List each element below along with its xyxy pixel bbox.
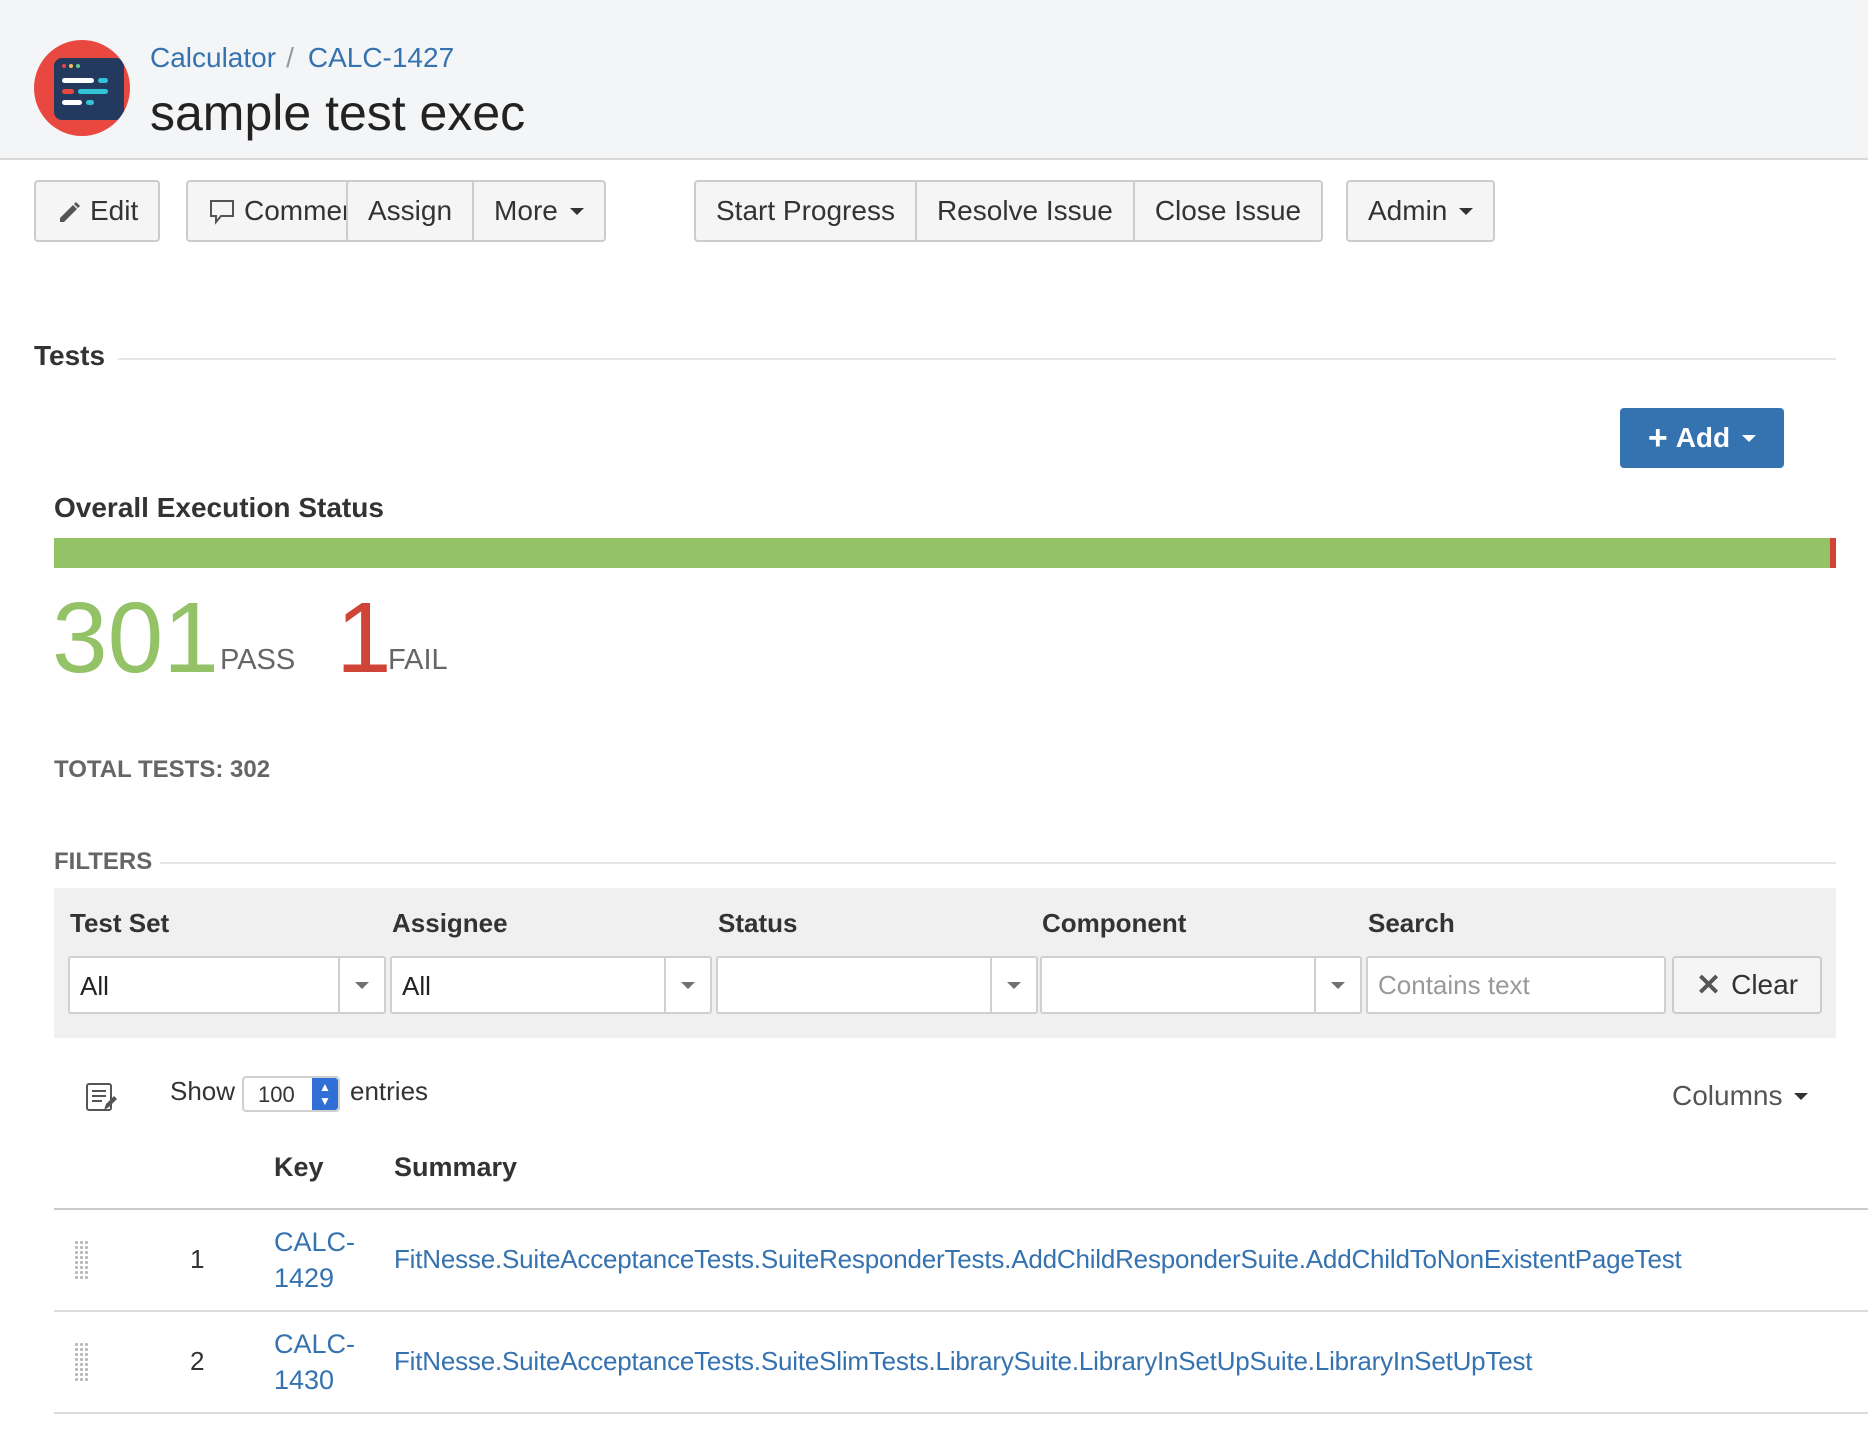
test-key-link[interactable]: CALC-1430 <box>274 1326 374 1398</box>
close-icon: ✕ <box>1695 968 1722 1002</box>
drag-handle-icon[interactable] <box>74 1342 90 1382</box>
chevron-down-icon <box>1459 207 1474 215</box>
assignee-value: All <box>402 971 431 1001</box>
drag-handle-icon[interactable] <box>74 1240 90 1280</box>
fail-segment <box>1830 538 1836 568</box>
page-length-value: 100 <box>258 1082 295 1107</box>
fail-count: 1 <box>336 582 392 694</box>
chevron-down-icon[interactable] <box>338 958 384 1012</box>
search-label: Search <box>1368 908 1455 938</box>
columns-label: Columns <box>1672 1080 1783 1111</box>
edit-label: Edit <box>90 195 139 226</box>
start-progress-button[interactable]: Start Progress <box>696 182 915 240</box>
column-header-key[interactable]: Key <box>274 1152 324 1183</box>
test-summary-link[interactable]: FitNesse.SuiteAcceptanceTests.SuiteRespo… <box>394 1244 1682 1275</box>
row-divider <box>54 1310 1868 1312</box>
component-select[interactable] <box>1040 956 1362 1014</box>
row-number: 2 <box>190 1346 205 1376</box>
test-set-select[interactable]: All <box>68 956 386 1014</box>
status-select[interactable] <box>716 956 1038 1014</box>
close-issue-button[interactable]: Close Issue <box>1132 182 1321 240</box>
tests-section-title: Tests <box>34 340 106 371</box>
test-key-link[interactable]: CALC-1429 <box>274 1224 374 1296</box>
assign-button[interactable]: Assign <box>348 182 472 240</box>
test-set-value: All <box>80 971 109 1001</box>
more-button[interactable]: More <box>472 182 604 240</box>
admin-label: Admin <box>1368 195 1448 226</box>
component-label: Component <box>1042 908 1187 938</box>
more-label: More <box>494 195 558 226</box>
clear-button[interactable]: ✕ Clear <box>1672 956 1822 1014</box>
divider <box>118 358 1836 360</box>
edit-button[interactable]: Edit <box>36 182 158 240</box>
plus-icon: + <box>1647 419 1668 457</box>
add-test-button[interactable]: + Add <box>1620 408 1784 468</box>
chevron-down-icon[interactable] <box>1314 958 1360 1012</box>
pass-label: PASS <box>220 644 296 676</box>
edit-list-icon[interactable] <box>84 1080 118 1114</box>
comment-icon <box>210 200 234 225</box>
breadcrumb: Calculator / CALC-1427 <box>150 42 454 74</box>
issue-header: Calculator / CALC-1427 sample test exec <box>0 0 1868 160</box>
entries-label: entries <box>350 1076 429 1106</box>
row-number: 1 <box>190 1244 205 1274</box>
chevron-down-icon <box>569 207 584 215</box>
filters-panel: Test Set Assignee Status Component Searc… <box>54 888 1836 1038</box>
clear-label: Clear <box>1731 969 1799 1000</box>
page-length-select[interactable]: 100 ▲ ▼ <box>242 1076 340 1112</box>
page-title: sample test exec <box>150 85 526 141</box>
chevron-down-icon <box>1742 434 1757 442</box>
pass-count: 301 <box>52 582 219 694</box>
pass-segment <box>54 538 1830 568</box>
test-execution-icon <box>34 40 130 136</box>
fail-label: FAIL <box>388 644 448 676</box>
assignee-select[interactable]: All <box>390 956 712 1014</box>
overall-status-title: Overall Execution Status <box>54 492 384 523</box>
column-header-summary[interactable]: Summary <box>394 1152 517 1183</box>
add-label: Add <box>1675 422 1731 453</box>
table-header-divider <box>54 1208 1868 1210</box>
divider <box>160 862 1836 864</box>
assign-more-group: Assign More <box>346 180 606 242</box>
test-set-label: Test Set <box>70 908 170 938</box>
breadcrumb-project-link[interactable]: Calculator <box>150 42 276 73</box>
columns-button[interactable]: Columns <box>1672 1080 1809 1112</box>
row-divider <box>54 1412 1868 1414</box>
total-tests: TOTAL TESTS: 302 <box>54 756 271 783</box>
chevron-down-icon <box>1794 1092 1809 1100</box>
show-label: Show <box>170 1076 236 1106</box>
resolve-issue-button[interactable]: Resolve Issue <box>914 182 1133 240</box>
admin-button[interactable]: Admin <box>1348 182 1493 240</box>
pencil-icon <box>60 202 80 222</box>
assignee-label: Assignee <box>392 908 508 938</box>
execution-status-bar <box>54 538 1836 568</box>
filters-label: FILTERS <box>54 848 153 875</box>
breadcrumb-separator: / <box>286 42 294 73</box>
search-input[interactable] <box>1366 956 1666 1014</box>
chevron-down-icon[interactable] <box>664 958 710 1012</box>
stepper-icon: ▲ ▼ <box>312 1078 338 1110</box>
edit-group: Edit <box>34 180 161 242</box>
admin-group: Admin <box>1346 180 1496 242</box>
workflow-group: Start Progress Resolve Issue Close Issue <box>694 180 1324 242</box>
chevron-down-icon[interactable] <box>990 958 1036 1012</box>
breadcrumb-issue-link[interactable]: CALC-1427 <box>308 42 454 73</box>
test-summary-link[interactable]: FitNesse.SuiteAcceptanceTests.SuiteSlimT… <box>394 1346 1533 1377</box>
status-label: Status <box>718 908 798 938</box>
